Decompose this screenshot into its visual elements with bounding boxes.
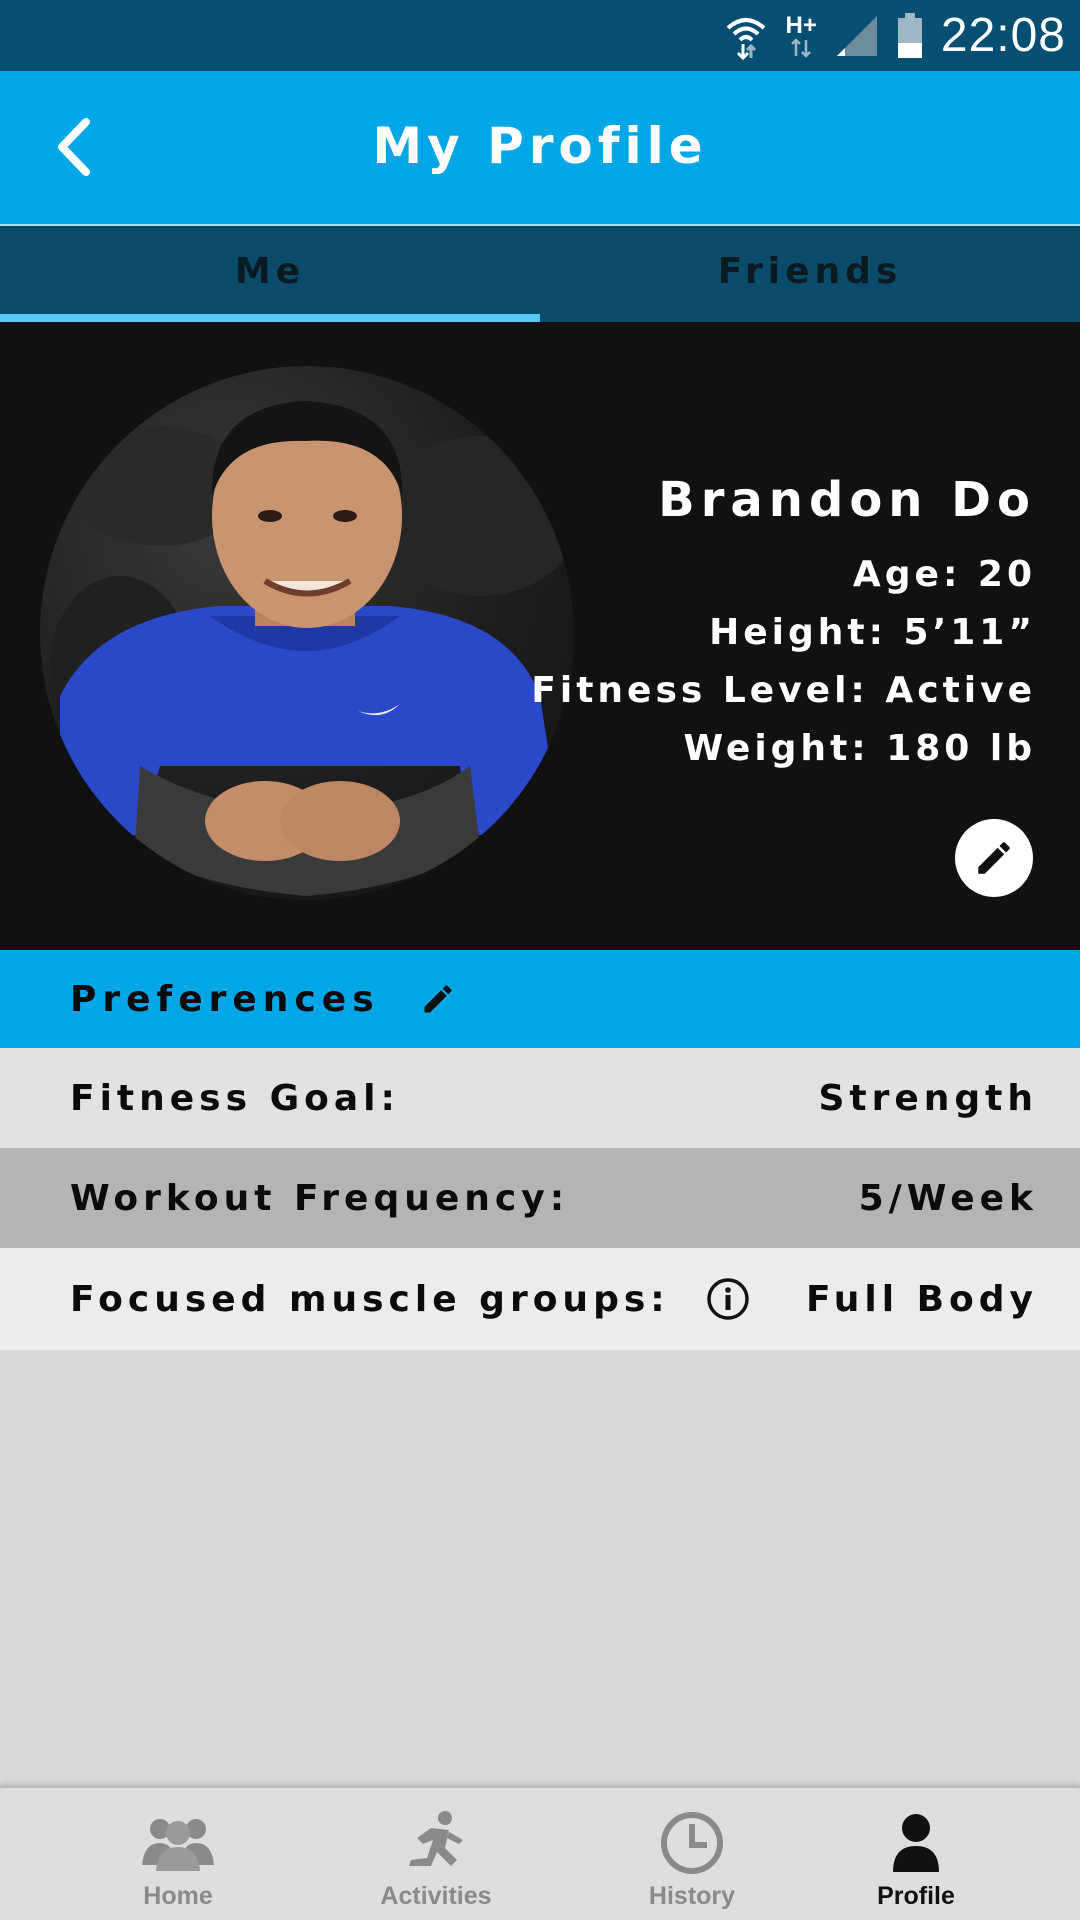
avatar xyxy=(40,366,574,900)
tab-me[interactable]: Me xyxy=(0,226,540,322)
workout-frequency-label: Workout Frequency: xyxy=(70,1177,570,1219)
profile-height: Height: 5’11” xyxy=(709,612,1036,653)
workout-frequency-value: 5/Week xyxy=(858,1177,1038,1219)
network-type-label: H+ xyxy=(785,11,817,39)
status-time: 22:08 xyxy=(940,9,1066,62)
edit-profile-button[interactable] xyxy=(955,819,1033,897)
profile-name: Brandon Do xyxy=(658,472,1036,528)
preference-row-workout-frequency[interactable]: Workout Frequency: 5/Week xyxy=(0,1148,1080,1248)
nav-profile[interactable]: Profile xyxy=(826,1788,1006,1920)
preference-row-fitness-goal[interactable]: Fitness Goal: Strength xyxy=(0,1048,1080,1148)
clock-icon xyxy=(661,1812,723,1874)
page-title: My Profile xyxy=(372,117,708,175)
person-icon xyxy=(893,1814,939,1872)
pencil-icon xyxy=(424,985,452,1013)
nav-history[interactable]: History xyxy=(602,1788,782,1920)
info-icon[interactable] xyxy=(706,1277,750,1321)
nav-home[interactable]: Home xyxy=(88,1788,268,1920)
tab-me-label: Me xyxy=(234,250,306,292)
muscle-groups-label-group: Focused muscle groups: xyxy=(70,1277,750,1321)
running-person-icon xyxy=(409,1811,463,1866)
battery-icon xyxy=(897,12,922,58)
profile-card: Brandon Do Age: 20 Height: 5’11” Fitness… xyxy=(0,322,1080,950)
status-bar: H+ 22:08 xyxy=(0,0,1080,71)
app-bar: My Profile xyxy=(0,71,1080,224)
profile-weight: Weight: 180 lb xyxy=(683,728,1036,769)
nav-profile-label: Profile xyxy=(877,1882,955,1910)
profile-fitness-level: Fitness Level: Active xyxy=(531,670,1036,711)
nav-activities-label: Activities xyxy=(380,1882,492,1910)
nav-history-label: History xyxy=(648,1882,736,1910)
nav-home-label: Home xyxy=(143,1882,213,1910)
tab-bar: Me Friends xyxy=(0,226,1080,322)
wifi-icon xyxy=(726,17,765,60)
profile-info: Brandon Do Age: 20 Height: 5’11” Fitness… xyxy=(531,472,1036,778)
tab-friends[interactable]: Friends xyxy=(540,226,1080,322)
group-icon xyxy=(142,1819,214,1871)
preferences-title: Preferences xyxy=(70,978,380,1020)
nav-activities[interactable]: Activities xyxy=(346,1788,526,1920)
bottom-navigation: Home Activities History Profile xyxy=(0,1786,1080,1920)
preferences-header: Preferences xyxy=(0,950,1080,1048)
fitness-goal-value: Strength xyxy=(818,1077,1038,1119)
edit-preferences-button[interactable] xyxy=(420,979,460,1019)
muscle-groups-value: Full Body xyxy=(805,1278,1038,1320)
signal-icon xyxy=(836,15,877,56)
pencil-icon xyxy=(978,842,1010,874)
tab-friends-label: Friends xyxy=(717,250,903,292)
network-indicator: H+ xyxy=(785,11,817,58)
active-tab-indicator xyxy=(0,314,540,322)
avatar-photo xyxy=(50,401,574,896)
preference-row-muscle-groups[interactable]: Focused muscle groups: Full Body xyxy=(0,1248,1080,1350)
profile-age: Age: 20 xyxy=(852,554,1036,595)
muscle-groups-label: Focused muscle groups: xyxy=(70,1278,670,1320)
fitness-goal-label: Fitness Goal: xyxy=(70,1077,400,1119)
data-arrows-icon xyxy=(791,37,812,58)
